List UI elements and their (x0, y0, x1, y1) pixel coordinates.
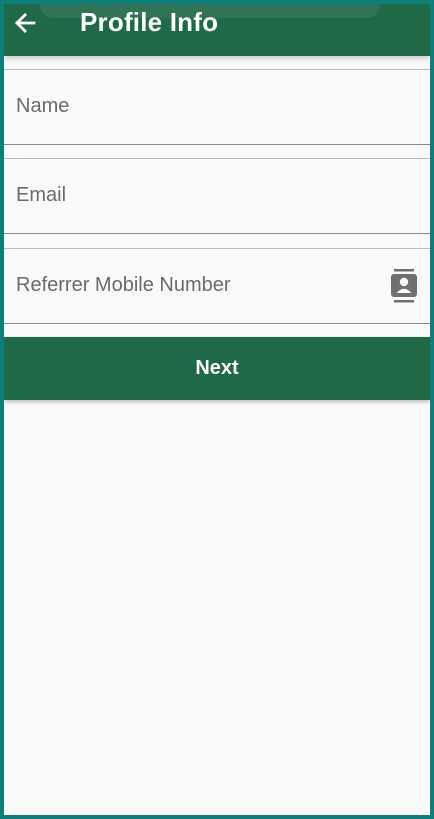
next-button[interactable]: Next (4, 337, 430, 400)
contact-book-icon[interactable] (391, 269, 417, 303)
email-field[interactable]: Email (4, 158, 430, 234)
page-title: Profile Info (80, 7, 219, 37)
back-button[interactable] (10, 8, 40, 38)
arrow-left-icon (15, 13, 36, 33)
email-field-placeholder: Email (16, 184, 67, 206)
name-field-placeholder: Name (16, 95, 70, 117)
referrer-mobile-field[interactable]: Referrer Mobile Number (4, 248, 430, 324)
name-field[interactable]: Name (4, 69, 430, 145)
screen: Profile Info Name Email Referrer Mobile … (0, 0, 434, 819)
referrer-mobile-placeholder: Referrer Mobile Number (16, 274, 231, 296)
app-bar: Profile Info (4, 4, 430, 56)
